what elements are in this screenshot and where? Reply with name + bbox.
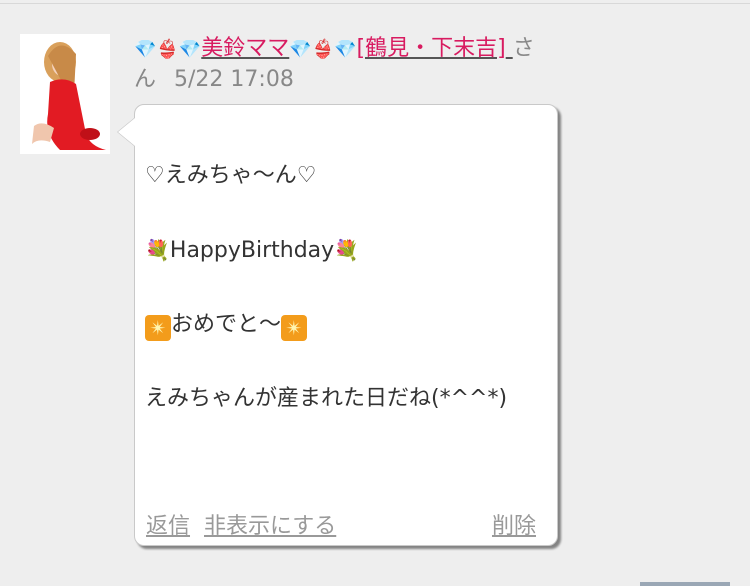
bouquet-icon: 💐 (334, 238, 360, 262)
message-line: えみちゃんが産まれた日だね(*^^*) (145, 386, 508, 411)
sparkle-icon: ✴ (281, 315, 308, 341)
message-line: ♡えみちゃ〜ん♡ (145, 163, 317, 188)
author-name: 美鈴ママ (201, 36, 290, 61)
avatar-image (20, 34, 110, 154)
bikini-icon: 👙 (156, 39, 179, 60)
message-line-congrats: ✴ おめでと〜 ✴ (145, 309, 540, 341)
message-line-birthday: 💐HappyBirthday💐 (145, 234, 540, 267)
author-link[interactable]: 💎👙💎美鈴ママ💎👙💎[鶴見・下末吉] (134, 36, 513, 61)
post-timestamp: 5/22 17:08 (174, 67, 294, 92)
bouquet-icon: 💐 (145, 238, 170, 262)
bikini-icon: 👙 (311, 39, 335, 60)
message-line: HappyBirthday (169, 238, 335, 263)
hide-link[interactable]: 非表示にする (204, 508, 336, 540)
author-area: [鶴見・下末吉] (356, 36, 506, 61)
diamond-icon: 💎 (334, 39, 357, 60)
next-post-avatar-edge (640, 582, 730, 586)
reply-link[interactable]: 返信 (146, 508, 190, 540)
message-line: おめでと〜 (171, 312, 282, 337)
delete-link[interactable]: 削除 (492, 508, 536, 540)
message-body: ♡えみちゃ〜ん♡ 💐HappyBirthday💐 ✴ おめでと〜 ✴ えみちゃんが産… (145, 160, 540, 415)
top-divider (0, 3, 750, 4)
diamond-icon: 💎 (289, 39, 312, 60)
post-header: 💎👙💎美鈴ママ💎👙💎[鶴見・下末吉] さん 5/22 17:08 (134, 34, 554, 95)
diamond-icon: 💎 (134, 39, 157, 60)
bubble-tail (118, 118, 135, 146)
avatar[interactable] (20, 34, 110, 154)
diamond-icon: 💎 (178, 39, 202, 60)
sparkle-icon: ✴ (145, 315, 171, 341)
